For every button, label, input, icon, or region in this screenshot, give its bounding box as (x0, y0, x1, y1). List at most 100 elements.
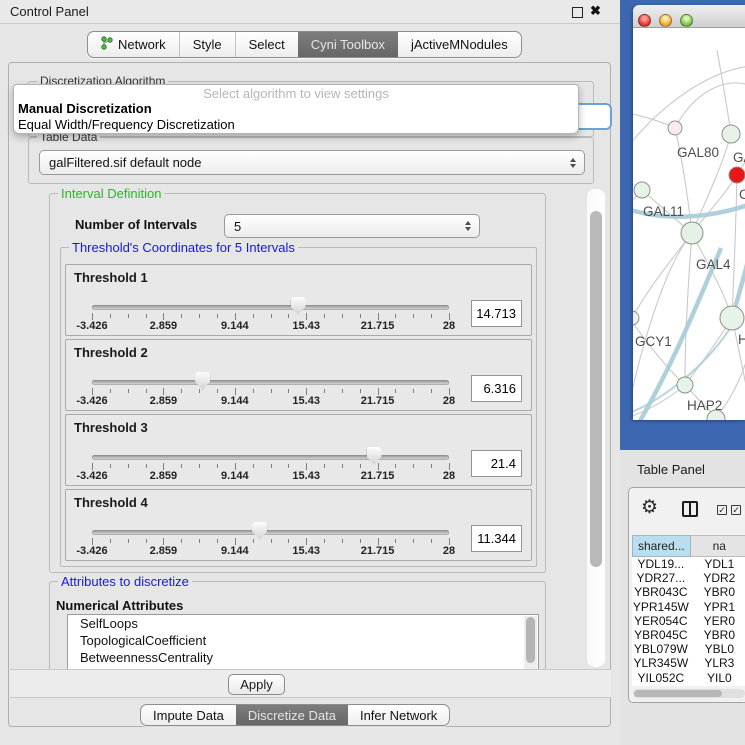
apply-button[interactable]: Apply (228, 674, 285, 695)
interval-definition-title: Interval Definition (58, 188, 164, 201)
slider-tick (378, 388, 379, 395)
checkbox-icon[interactable]: ✓ (717, 505, 727, 515)
tab-impute-data[interactable]: Impute Data (141, 705, 236, 725)
table-row[interactable]: YBL079WYBL0 (632, 642, 745, 656)
tab-label: Style (193, 37, 222, 52)
threshold-slider-handle[interactable] (252, 522, 267, 540)
slider-tick (378, 313, 379, 320)
threshold-panel: Threshold 1-3.4262.8599.14415.4321.71528 (65, 264, 532, 336)
network-canvas[interactable]: GAL80GAGAL11CGAL4GCY1HHAP2 (633, 28, 745, 420)
close-icon[interactable]: ✖ (590, 3, 601, 19)
threshold-slider-track[interactable] (92, 380, 449, 385)
threshold-value-field[interactable] (471, 300, 522, 327)
node-label: HAP2 (687, 398, 722, 413)
network-node[interactable] (633, 311, 639, 325)
network-edge[interactable] (685, 233, 692, 385)
table-row[interactable]: YDR27...YDR2 (632, 571, 745, 585)
network-node[interactable] (729, 167, 745, 183)
tab-discretize-data[interactable]: Discretize Data (236, 705, 348, 725)
attribute-item[interactable]: BetweennessCentrality (68, 649, 538, 666)
table-panel-title: Table Panel (637, 462, 705, 477)
table-data-combobox[interactable]: galFiltered.sif default node (39, 150, 585, 175)
settings-scrollpane: Interval Definition Number of Intervals … (31, 188, 606, 669)
network-node[interactable] (668, 121, 682, 135)
slider-tick (342, 389, 343, 393)
slider-tick (235, 538, 236, 545)
threshold-slider-handle[interactable] (367, 447, 382, 465)
cell-name: YLR3 (690, 656, 745, 670)
node-label: GCY1 (635, 334, 672, 349)
cell-name: YDL1 (690, 557, 745, 571)
cell-name: YIL0 (690, 671, 745, 685)
traffic-minimize-button[interactable] (659, 14, 672, 27)
tab-cyni-toolbox[interactable]: Cyni Toolbox (298, 32, 398, 57)
threshold-slider-track[interactable] (92, 530, 449, 535)
tab-infer-network[interactable]: Infer Network (348, 705, 449, 725)
threshold-panel: Threshold 2-3.4262.8599.14415.4321.71528 (65, 339, 532, 411)
node-label: H (738, 332, 745, 347)
network-node[interactable] (681, 222, 703, 244)
split-view-icon[interactable] (682, 501, 698, 517)
slider-tick-label: 2.859 (150, 320, 178, 332)
thresholds-group-title: Threshold's Coordinates for 5 Intervals (69, 240, 298, 255)
column-header-name[interactable]: na (691, 535, 745, 557)
node-table: ⚙ ✓ ✓ shared... na YDL19...YDL1YDR27...Y… (628, 487, 745, 703)
table-row[interactable]: YPR145WYPR1 (632, 600, 745, 614)
attribute-item[interactable]: SelfLoops (68, 615, 538, 632)
algorithm-dropdown-popup: Select algorithm to view settings Manual… (13, 84, 579, 134)
slider-tick-label: 21.715 (361, 395, 395, 407)
slider-tick (199, 464, 200, 468)
algorithm-option[interactable]: Equal Width/Frequency Discretization (18, 117, 574, 133)
numerical-attributes-list[interactable]: SelfLoopsTopologicalCoefficientBetweenne… (67, 614, 539, 669)
network-node[interactable] (720, 306, 744, 330)
slider-tick (181, 389, 182, 393)
checkbox-icon[interactable]: ✓ (731, 505, 741, 515)
network-node[interactable] (722, 125, 740, 143)
tab-network[interactable]: Network (88, 32, 179, 57)
threshold-slider-handle[interactable] (291, 297, 306, 315)
attribute-item[interactable]: TopologicalCoefficient (68, 632, 538, 649)
tab-select[interactable]: Select (235, 32, 298, 57)
attributes-list-scrollbar[interactable] (524, 616, 537, 669)
tab-label: Infer Network (360, 708, 437, 723)
gear-icon[interactable]: ⚙ (641, 496, 658, 519)
table-horizontal-scrollbar[interactable] (633, 689, 745, 698)
settings-scrollbar[interactable] (587, 189, 605, 667)
column-header-shared-name[interactable]: shared... (632, 535, 691, 557)
table-row[interactable]: YDL19...YDL1 (632, 557, 745, 571)
table-row[interactable]: YER054CYER0 (632, 614, 745, 628)
algorithm-option[interactable]: Manual Discretization (18, 101, 574, 117)
network-edge[interactable] (675, 83, 745, 128)
slider-tick-label: 28 (443, 395, 455, 407)
table-row[interactable]: YLR345WYLR3 (632, 656, 745, 670)
threshold-slider-track[interactable] (92, 305, 449, 310)
network-node[interactable] (677, 377, 693, 393)
slider-tick (306, 313, 307, 320)
threshold-value-field[interactable] (471, 375, 522, 402)
number-of-intervals-combobox[interactable]: 5 (224, 214, 480, 238)
slider-tick (324, 464, 325, 468)
threshold-slider-track[interactable] (92, 455, 449, 460)
traffic-close-button[interactable] (638, 14, 651, 27)
threshold-value-field[interactable] (471, 525, 522, 552)
threshold-label: Threshold 1 (74, 270, 148, 285)
threshold-slider-handle[interactable] (195, 372, 210, 390)
table-row[interactable]: YBR043CYBR0 (632, 585, 745, 599)
slider-tick (271, 539, 272, 543)
tab-jactivemnodules[interactable]: jActiveMNodules (398, 32, 521, 57)
table-row[interactable]: YBR045CYBR0 (632, 628, 745, 642)
slider-tick (146, 464, 147, 468)
float-window-icon[interactable] (572, 7, 583, 18)
slider-tick (110, 539, 111, 543)
threshold-value-field[interactable] (471, 450, 522, 477)
combo-arrows-icon (465, 221, 471, 231)
table-row[interactable]: YIL052CYIL0 (632, 671, 745, 685)
slider-tick (235, 313, 236, 320)
network-edge[interactable] (717, 50, 731, 134)
tab-style[interactable]: Style (179, 32, 235, 57)
slider-tick (128, 389, 129, 393)
network-node[interactable] (634, 182, 650, 198)
traffic-zoom-button[interactable] (680, 14, 693, 27)
slider-tick (449, 388, 450, 395)
slider-tick (431, 389, 432, 393)
